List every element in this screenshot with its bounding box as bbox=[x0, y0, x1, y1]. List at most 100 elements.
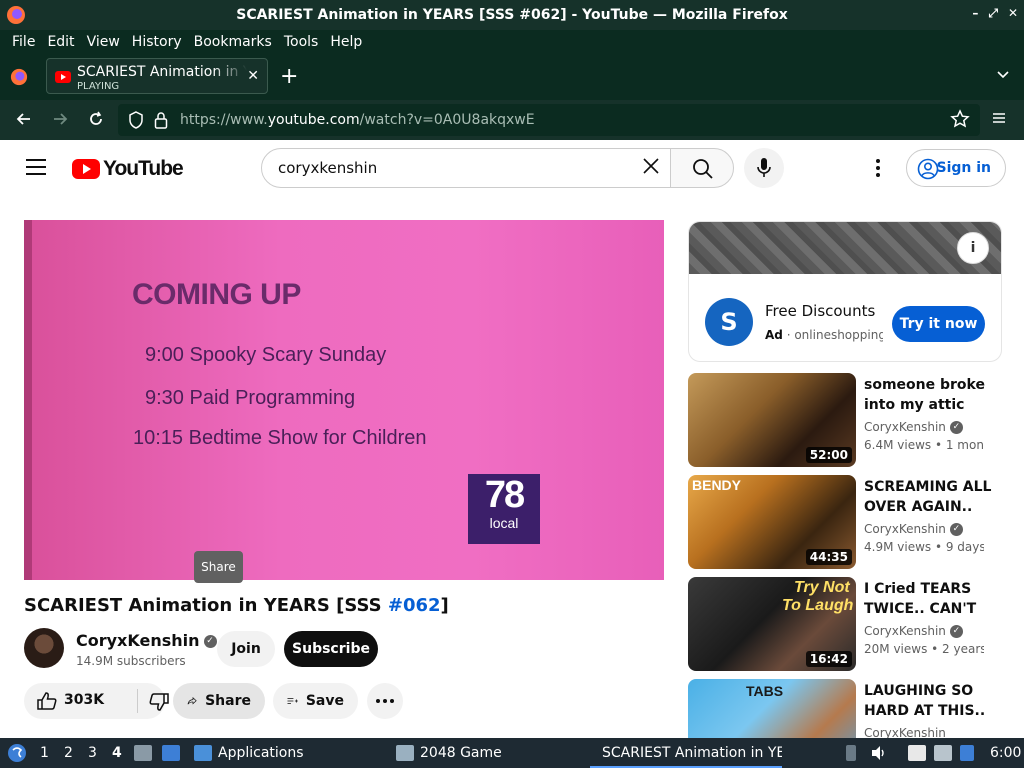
desktop-icon[interactable] bbox=[162, 738, 186, 768]
video-frame-line-1: 9:00 Spooky Scary Sunday bbox=[145, 344, 387, 366]
start-menu-icon[interactable] bbox=[6, 738, 28, 768]
video-thumbnail[interactable]: BENDY 44:35 bbox=[688, 475, 856, 569]
back-arrow-icon[interactable] bbox=[14, 109, 34, 129]
window-icon bbox=[396, 745, 414, 761]
verified-check-icon: ✓ bbox=[949, 523, 963, 536]
folder-icon bbox=[194, 745, 212, 761]
video-title: SCARIEST Animation in YEARS [SSS #062] bbox=[24, 595, 449, 616]
ad-cta-button[interactable]: Try it now bbox=[892, 306, 985, 342]
ad-info-icon[interactable]: i bbox=[957, 232, 989, 264]
more-actions-button[interactable] bbox=[367, 683, 403, 719]
recommended-channel[interactable]: CoryxKenshin ✓ bbox=[864, 624, 963, 638]
tab-youtube[interactable]: SCARIEST Animation in YEARS [SSS #062] -… bbox=[46, 58, 268, 94]
subscribe-button[interactable]: Subscribe bbox=[284, 631, 378, 667]
like-dislike-bar: 303K bbox=[24, 683, 169, 719]
hamburger-menu-icon[interactable] bbox=[26, 159, 46, 175]
thumbs-up-icon[interactable] bbox=[36, 691, 58, 711]
taskbar-2048-game[interactable]: 2048 Game bbox=[396, 738, 502, 768]
url-text[interactable]: https://www.youtube.com/watch?v=0A0U8akq… bbox=[180, 112, 535, 128]
menu-view[interactable]: View bbox=[81, 34, 126, 50]
ad-title[interactable]: Free Discounts bbox=[765, 302, 875, 320]
applications-menu[interactable]: Applications bbox=[194, 738, 304, 768]
workspace-4[interactable]: 4 bbox=[112, 738, 122, 768]
youtube-logo[interactable]: YouTube bbox=[72, 157, 184, 181]
close-window-button[interactable]: ✕ bbox=[1008, 6, 1018, 21]
thumbnail-bendy-text: BENDY bbox=[692, 477, 742, 493]
search-input[interactable] bbox=[278, 157, 628, 179]
network-icon[interactable] bbox=[934, 738, 958, 768]
recommended-video[interactable]: Try Not To Laugh 16:42 I Cried TEARS TWI… bbox=[688, 577, 1008, 673]
voice-search-button[interactable] bbox=[744, 148, 784, 188]
workspace-1[interactable]: 1 bbox=[40, 738, 49, 768]
share-button[interactable]: Share bbox=[173, 683, 265, 719]
youtube-logo-text: YouTube bbox=[103, 157, 184, 180]
minimize-button[interactable]: – bbox=[972, 6, 978, 21]
menu-edit[interactable]: Edit bbox=[41, 34, 80, 50]
search-button[interactable] bbox=[670, 148, 734, 188]
more-options-icon[interactable] bbox=[870, 158, 886, 178]
desktop-taskbar: 1 2 3 4 Applications 2048 Game SCARIEST … bbox=[0, 738, 1024, 768]
firefox-view-icon[interactable] bbox=[10, 68, 28, 86]
file-manager-icon[interactable] bbox=[134, 738, 158, 768]
join-button[interactable]: Join bbox=[217, 631, 275, 667]
like-count[interactable]: 303K bbox=[64, 692, 104, 708]
thumbnail-try-not-text: Try Not bbox=[794, 579, 850, 596]
recommended-channel[interactable]: CoryxKenshin bbox=[864, 726, 946, 738]
volume-icon[interactable] bbox=[870, 738, 888, 768]
recommended-video[interactable]: TABS LAUGHING SO HARD AT THIS.. CoryxKen… bbox=[688, 679, 1008, 738]
channel-name[interactable]: CoryxKenshin ✓ bbox=[76, 631, 217, 650]
workspace-2[interactable]: 2 bbox=[64, 738, 73, 768]
taskbar-firefox-window[interactable]: SCARIEST Animation in YEARS bbox=[596, 738, 782, 768]
channel-avatar[interactable] bbox=[24, 628, 64, 668]
menu-bar: File Edit View History Bookmarks Tools H… bbox=[0, 30, 1024, 54]
maximize-button[interactable]: ⤢ bbox=[988, 6, 998, 21]
recommended-title[interactable]: someone broke into my attic [SSS #061] bbox=[864, 375, 994, 415]
video-thumbnail[interactable]: Try Not To Laugh 16:42 bbox=[688, 577, 856, 671]
video-thumbnail[interactable]: 52:00 bbox=[688, 373, 856, 467]
chevron-down-icon[interactable] bbox=[996, 68, 1010, 82]
shield-icon[interactable] bbox=[128, 111, 144, 129]
tab-title: SCARIEST Animation in YEARS [SSS #062] -… bbox=[77, 64, 247, 80]
app-menu-icon[interactable] bbox=[990, 109, 1008, 127]
thumbnail-to-laugh-text: To Laugh bbox=[782, 597, 854, 614]
save-button[interactable]: Save bbox=[273, 683, 358, 719]
recommended-video[interactable]: 52:00 someone broke into my attic [SSS #… bbox=[688, 373, 1008, 469]
menu-help[interactable]: Help bbox=[324, 34, 368, 50]
thumbnail-tabs-text: TABS bbox=[746, 683, 784, 699]
video-player[interactable]: COMING UP 9:00 Spooky Scary Sunday 9:30 … bbox=[24, 220, 664, 580]
window-title: SCARIEST Animation in YEARS [SSS #062] -… bbox=[236, 7, 788, 23]
url-bar[interactable]: https://www.youtube.com/watch?v=0A0U8akq… bbox=[118, 104, 980, 136]
ad-card[interactable]: i S Free Discounts Ad · onlineshoppingto… bbox=[688, 221, 1002, 362]
menu-bookmarks[interactable]: Bookmarks bbox=[188, 34, 278, 50]
notification-icon[interactable] bbox=[960, 738, 980, 768]
reload-icon[interactable] bbox=[86, 109, 106, 129]
thumbs-down-icon[interactable] bbox=[148, 692, 170, 712]
tab-playing-label: PLAYING bbox=[77, 81, 120, 92]
menu-file[interactable]: File bbox=[6, 34, 41, 50]
recommended-title[interactable]: SCREAMING ALL OVER AGAIN.. bbox=[864, 477, 994, 517]
bookmark-star-icon[interactable] bbox=[950, 109, 970, 129]
workspace-3[interactable]: 3 bbox=[88, 738, 97, 768]
video-duration: 44:35 bbox=[805, 549, 852, 565]
recommended-channel[interactable]: CoryxKenshin ✓ bbox=[864, 522, 963, 536]
clock: 6:00 bbox=[990, 745, 1022, 761]
recommended-title[interactable]: LAUGHING SO HARD AT THIS.. bbox=[864, 681, 994, 721]
recommended-channel[interactable]: CoryxKenshin ✓ bbox=[864, 420, 963, 434]
close-tab-icon[interactable]: ✕ bbox=[247, 68, 259, 84]
hashtag-link[interactable]: #062 bbox=[388, 595, 441, 616]
menu-tools[interactable]: Tools bbox=[278, 34, 325, 50]
sign-in-button[interactable]: Sign in bbox=[906, 149, 1006, 187]
clear-search-icon[interactable] bbox=[640, 155, 662, 177]
battery-icon[interactable] bbox=[846, 738, 862, 768]
clipboard-icon[interactable] bbox=[908, 738, 932, 768]
microphone-icon bbox=[757, 158, 771, 177]
recommended-video[interactable]: BENDY 44:35 SCREAMING ALL OVER AGAIN.. C… bbox=[688, 475, 1008, 571]
tab-strip: SCARIEST Animation in YEARS [SSS #062] -… bbox=[0, 54, 1024, 100]
recommended-title[interactable]: I Cried TEARS TWICE.. CAN'T STOP LAUGHIN… bbox=[864, 579, 994, 619]
forward-arrow-icon[interactable] bbox=[50, 109, 70, 129]
video-thumbnail[interactable]: TABS bbox=[688, 679, 856, 738]
lock-icon[interactable] bbox=[154, 111, 168, 129]
subscriber-count: 14.9M subscribers bbox=[76, 654, 186, 668]
new-tab-button[interactable]: + bbox=[280, 64, 298, 89]
menu-history[interactable]: History bbox=[126, 34, 188, 50]
